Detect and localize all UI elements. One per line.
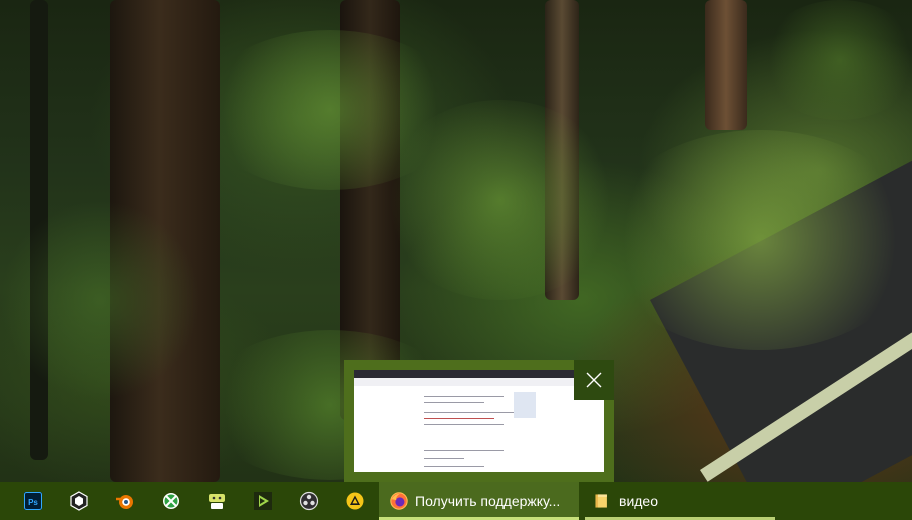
taskbar-pinned-xbox[interactable] [148,482,194,520]
thumbnail-side-panel [514,392,536,418]
window-thumbnail[interactable] [354,370,604,472]
obs-icon [299,491,319,511]
wallpaper-foliage [600,130,912,350]
wallpaper-tree-trunk [705,0,747,130]
taskbar-pinned-blender[interactable] [102,482,148,520]
svg-text:Ps: Ps [28,498,38,507]
taskbar: Ps Получить поддержку... видео [0,482,912,520]
taskbar-pinned-obs[interactable] [286,482,332,520]
task-preview-popup[interactable] [344,360,614,482]
taskbar-pinned-photoshop[interactable]: Ps [10,482,56,520]
taskbar-pinned-media-player[interactable] [240,482,286,520]
thumbnail-text-line [424,458,464,459]
photoshop-icon: Ps [24,492,42,510]
media-player-icon [254,492,272,510]
taskbar-pinned-keyboard-app[interactable] [194,482,240,520]
thumbnail-text-line [424,424,504,425]
taskbar-pinned-app[interactable] [332,482,378,520]
unity-icon [70,491,88,511]
thumbnail-titlebar [354,370,584,378]
wallpaper-foliage [380,100,620,300]
thumbnail-text-line [424,402,484,403]
keyboard-app-icon [209,494,225,509]
task-firefox-label: Получить поддержку... [415,493,561,509]
thumbnail-text-line [424,418,494,419]
taskbar-task-firefox[interactable]: Получить поддержку... [379,482,579,520]
preview-close-button[interactable] [574,360,614,400]
close-icon [586,372,602,388]
thumbnail-text-line [424,466,484,467]
thumbnail-text-line [424,450,504,451]
taskbar-task-folder[interactable]: видео [585,482,775,520]
folder-icon [595,494,607,508]
blender-icon [116,495,133,509]
xbox-app-icon [163,493,179,509]
wallpaper-foliage [0,200,200,400]
wallpaper-foliage [760,0,912,120]
task-folder-label: видео [619,493,658,509]
firefox-icon [390,492,408,510]
thumbnail-text-line [424,412,514,413]
warning-app-icon [346,492,364,510]
thumbnail-tabbar [354,378,604,386]
thumbnail-text-line [424,396,504,397]
taskbar-pinned-unity[interactable] [56,482,102,520]
